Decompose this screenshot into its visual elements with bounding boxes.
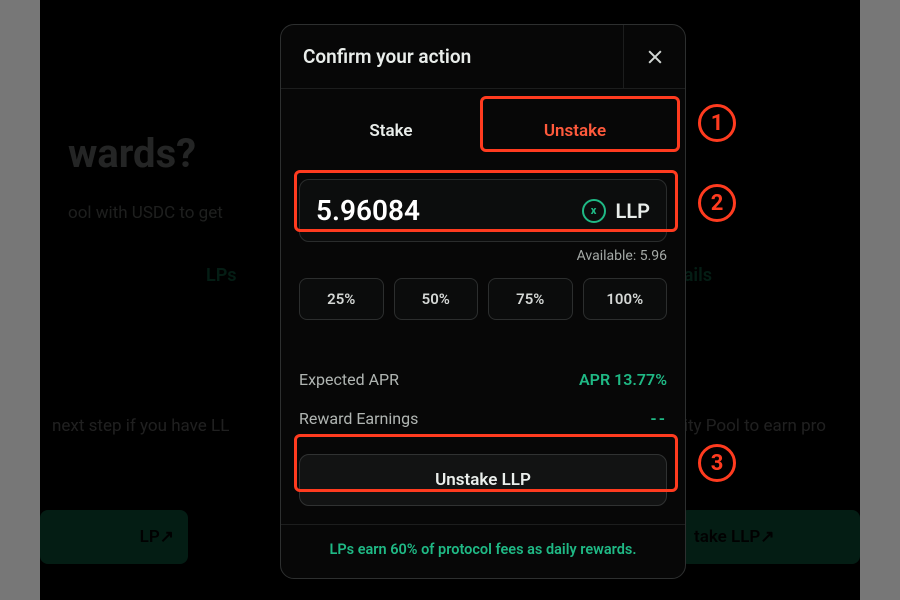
close-button[interactable] xyxy=(623,25,685,88)
available-balance: Available: 5.96 xyxy=(299,248,667,264)
annotation-highlight-1 xyxy=(480,96,680,152)
protocol-fee-note: LPs earn 60% of protocol fees as daily r… xyxy=(281,524,685,578)
modal-header: Confirm your action xyxy=(281,25,685,89)
row-expected-apr: Expected APR APR 13.77% xyxy=(299,360,667,399)
annotation-highlight-2 xyxy=(294,170,678,232)
reward-label: Reward Earnings xyxy=(299,409,418,428)
annotation-callout-2: 2 xyxy=(698,184,736,222)
pct-100[interactable]: 100% xyxy=(583,278,668,320)
tab-stake[interactable]: Stake xyxy=(299,107,483,155)
modal-title: Confirm your action xyxy=(281,25,623,88)
letterbox-left xyxy=(0,0,40,600)
close-icon xyxy=(645,47,665,67)
pct-50[interactable]: 50% xyxy=(394,278,479,320)
row-reward-earnings: Reward Earnings -- xyxy=(299,399,667,438)
apr-label: Expected APR xyxy=(299,370,399,389)
pct-25[interactable]: 25% xyxy=(299,278,384,320)
annotation-callout-1: 1 xyxy=(698,104,736,142)
summary-rows: Expected APR APR 13.77% Reward Earnings … xyxy=(299,360,667,438)
pct-75[interactable]: 75% xyxy=(488,278,573,320)
app-viewport: wards? ool with USDC to get LPs ails nex… xyxy=(40,0,860,600)
apr-value: APR 13.77% xyxy=(579,370,667,389)
modal-body: Stake Unstake x LLP Available: 5.96 xyxy=(281,89,685,578)
annotation-highlight-3 xyxy=(294,434,678,492)
annotation-callout-3: 3 xyxy=(698,444,736,482)
percent-presets: 25% 50% 75% 100% xyxy=(299,278,667,320)
reward-value: -- xyxy=(650,409,667,428)
letterbox-right xyxy=(860,0,900,600)
